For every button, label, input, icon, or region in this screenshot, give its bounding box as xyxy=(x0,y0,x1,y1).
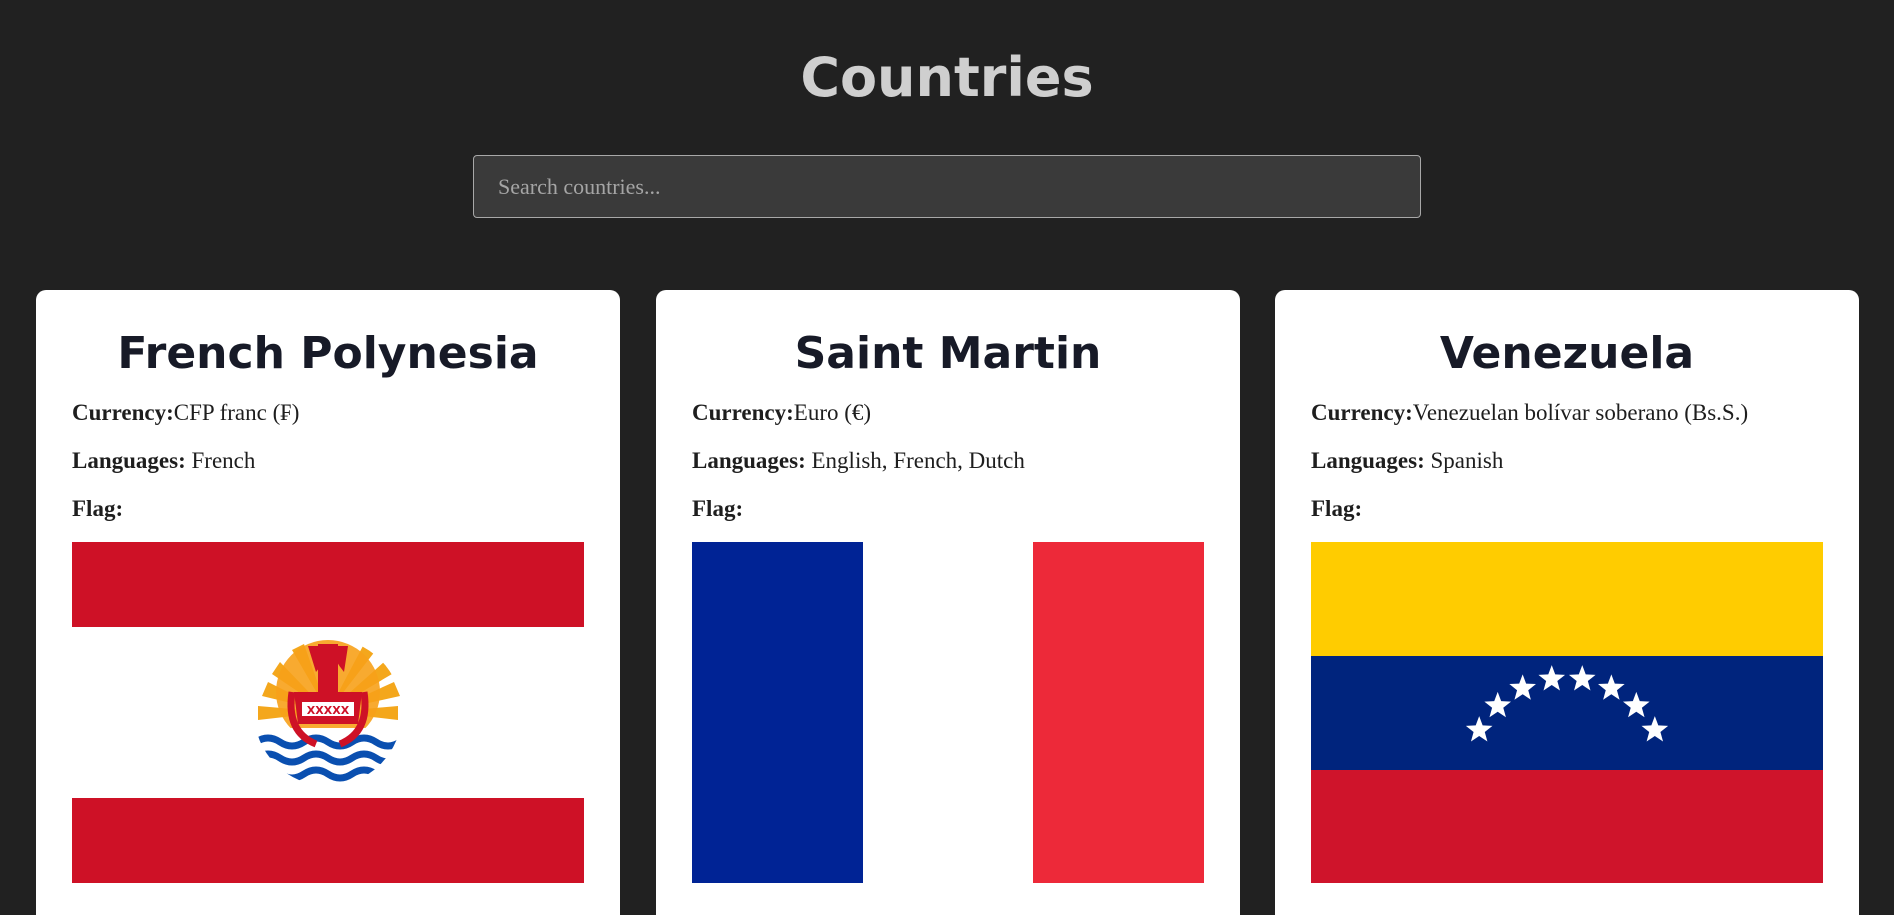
country-card-saint-martin: Saint Martin Currency:Euro (€) Languages… xyxy=(656,290,1240,915)
flag-row: Flag: xyxy=(72,494,584,523)
languages-label: Languages: xyxy=(692,448,806,473)
flag-row: Flag: xyxy=(1311,494,1823,523)
currency-row: Currency:Euro (€) xyxy=(692,398,1204,427)
french-polynesia-flag-icon: XXXXX xyxy=(72,542,584,883)
languages-row: Languages: French xyxy=(72,446,584,475)
country-name: French Polynesia xyxy=(117,328,539,379)
currency-label: Currency: xyxy=(72,400,174,425)
currency-value: CFP franc (₣) xyxy=(173,400,300,425)
flag-row: Flag: xyxy=(692,494,1204,523)
saint-martin-flag-icon xyxy=(692,542,1204,883)
country-name: Saint Martin xyxy=(794,328,1102,379)
page-title: Countries xyxy=(800,46,1094,109)
emblem-text: XXXXX xyxy=(307,704,350,717)
flag-label: Flag: xyxy=(72,496,124,521)
languages-value: English, French, Dutch xyxy=(811,448,1025,473)
currency-label: Currency: xyxy=(692,400,794,425)
currency-row: Currency:CFP franc (₣) xyxy=(72,398,584,427)
currency-row: Currency:Venezuelan bolívar soberano (Bs… xyxy=(1311,398,1823,427)
currency-label: Currency: xyxy=(1311,400,1413,425)
languages-row: Languages: Spanish xyxy=(1311,446,1823,475)
languages-value: Spanish xyxy=(1430,448,1504,473)
languages-value: French xyxy=(191,448,256,473)
venezuela-flag-icon xyxy=(1311,542,1823,883)
country-name: Venezuela xyxy=(1439,328,1695,379)
languages-label: Languages: xyxy=(72,448,186,473)
currency-value: Euro (€) xyxy=(793,400,872,425)
country-card-french-polynesia: French Polynesia Currency:CFP franc (₣) … xyxy=(36,290,620,915)
languages-row: Languages: English, French, Dutch xyxy=(692,446,1204,475)
flag-label: Flag: xyxy=(692,496,744,521)
currency-value: Venezuelan bolívar soberano (Bs.S.) xyxy=(1412,400,1749,425)
flag-label: Flag: xyxy=(1311,496,1363,521)
languages-label: Languages: xyxy=(1311,448,1425,473)
search-input[interactable] xyxy=(473,155,1421,218)
country-card-venezuela: Venezuela Currency:Venezuelan bolívar so… xyxy=(1275,290,1859,915)
